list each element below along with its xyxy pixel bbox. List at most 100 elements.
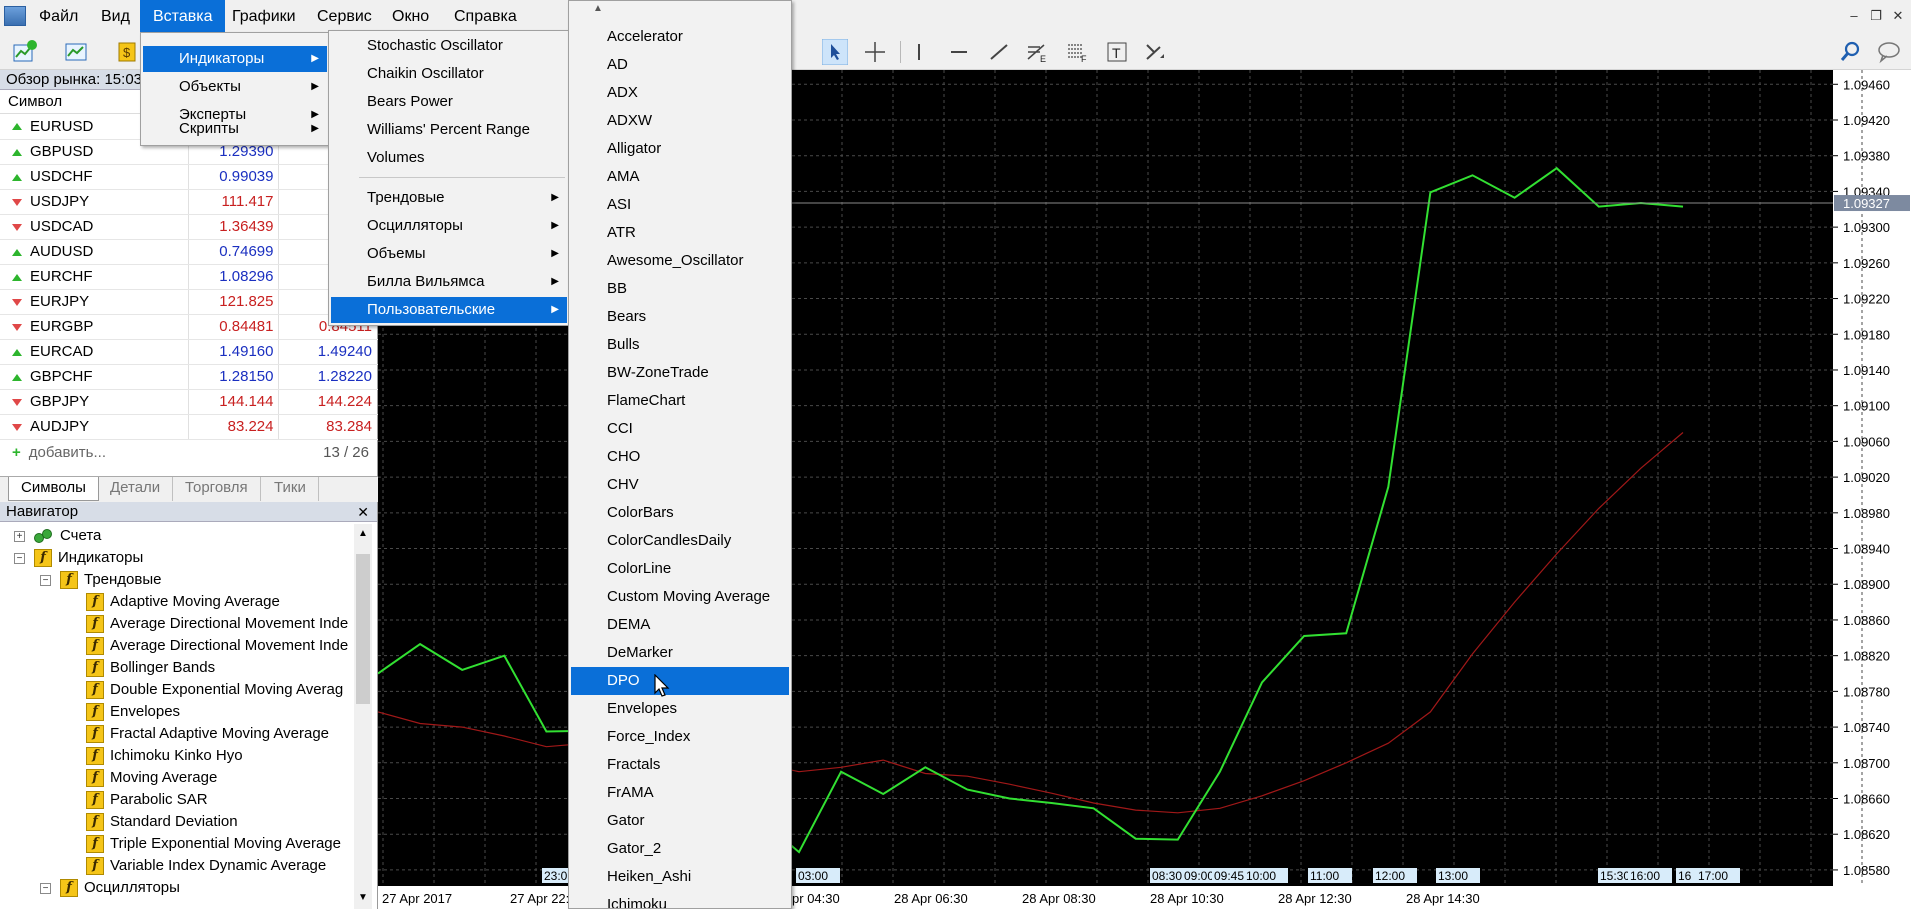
table-row[interactable]: USDCHF0.990390 — [0, 164, 378, 190]
custom-indicator-item[interactable]: Gator — [571, 807, 789, 835]
tab-trading[interactable]: Торговля — [173, 477, 261, 501]
add-symbol-row[interactable]: + добавить... 13 / 26 — [0, 440, 377, 465]
menu-item-indicators[interactable]: Индикаторы ▶ — [143, 46, 327, 72]
custom-indicator-item[interactable]: Awesome_Oscillator — [571, 247, 789, 275]
chat-icon[interactable] — [1876, 39, 1902, 65]
table-row[interactable]: GBPJPY 144.144 144.224 — [0, 389, 378, 415]
menu-item-volumes-group[interactable]: Объемы ▶ — [331, 241, 567, 267]
menu-item-custom[interactable]: Пользовательские ▶ — [331, 297, 567, 323]
custom-indicator-item[interactable]: Envelopes — [571, 695, 789, 723]
close-icon[interactable]: ✕ — [1890, 8, 1906, 24]
table-row[interactable]: EURJPY121.8251 — [0, 289, 378, 315]
nav-indicator-item[interactable]: f Standard Deviation — [86, 811, 238, 833]
menu-item-bears-power[interactable]: Bears Power — [331, 89, 567, 115]
nav-indicator-item[interactable]: f Double Exponential Moving Averag — [86, 679, 343, 701]
nav-accounts[interactable]: Счета — [34, 525, 101, 547]
nav-indicator-item[interactable]: f Bollinger Bands — [86, 657, 215, 679]
nav-indicator-item[interactable]: f Variable Index Dynamic Average — [86, 855, 326, 877]
trendline-icon[interactable] — [986, 39, 1012, 65]
menu-charts[interactable]: Графики — [219, 0, 309, 33]
custom-indicator-item[interactable]: BB — [571, 275, 789, 303]
custom-indicator-item[interactable]: Accelerator — [571, 23, 789, 51]
nav-indicator-item[interactable]: f Adaptive Moving Average — [86, 591, 280, 613]
expand-icon[interactable]: + — [14, 531, 25, 542]
fibo-expansion-icon[interactable]: E — [1024, 39, 1050, 65]
custom-indicator-item[interactable]: FrAMA — [571, 779, 789, 807]
text-icon[interactable]: T — [1104, 39, 1130, 65]
menu-item-volumes[interactable]: Volumes — [331, 145, 567, 171]
custom-indicator-item[interactable]: ATR — [571, 219, 789, 247]
custom-indicator-item[interactable]: CHV — [571, 471, 789, 499]
custom-indicator-item[interactable]: Bulls — [571, 331, 789, 359]
menu-tools[interactable]: Сервис — [304, 0, 385, 33]
menu-item-scripts[interactable]: Скрипты ▶ — [143, 116, 327, 142]
nav-trend-folder[interactable]: f Трендовые — [60, 569, 161, 591]
custom-indicator-item[interactable]: Ichimoku — [571, 891, 789, 908]
tab-ticks[interactable]: Тики — [262, 477, 319, 501]
custom-indicator-item[interactable]: ADXW — [571, 107, 789, 135]
nav-oscillators-folder[interactable]: f Осцилляторы — [60, 877, 180, 899]
cursor-icon[interactable] — [821, 38, 849, 66]
tab-symbols[interactable]: Символы — [8, 477, 99, 501]
custom-indicator-item[interactable]: ColorCandlesDaily — [571, 527, 789, 555]
custom-indicator-item[interactable]: CHO — [571, 443, 789, 471]
table-row[interactable]: EURCAD 1.49160 1.49240 — [0, 339, 378, 365]
table-row[interactable]: GBPCHF 1.28150 1.28220 — [0, 364, 378, 390]
scroll-up-icon[interactable]: ▲ — [358, 528, 368, 539]
search-icon[interactable] — [1838, 39, 1864, 65]
custom-indicator-item[interactable]: DPO — [571, 667, 789, 695]
collapse-icon[interactable]: − — [14, 553, 25, 564]
custom-indicator-item[interactable]: Custom Moving Average — [571, 583, 789, 611]
menu-file[interactable]: Файл — [26, 0, 91, 33]
nav-indicator-item[interactable]: f Triple Exponential Moving Average — [86, 833, 341, 855]
custom-indicator-item[interactable]: ADX — [571, 79, 789, 107]
table-row[interactable]: AUDJPY 83.224 83.284 — [0, 414, 378, 440]
custom-indicator-item[interactable]: ColorBars — [571, 499, 789, 527]
custom-indicator-item[interactable]: DEMA — [571, 611, 789, 639]
custom-indicator-item[interactable]: Bears — [571, 303, 789, 331]
table-row[interactable]: EURCHF1.082961 — [0, 264, 378, 290]
crosshair-icon[interactable] — [862, 39, 888, 65]
scroll-down-icon[interactable]: ▼ — [358, 892, 368, 903]
table-row[interactable]: USDCAD1.364391 — [0, 214, 378, 240]
menu-item-williams[interactable]: Williams' Percent Range — [331, 117, 567, 143]
scrollbar-thumb[interactable] — [356, 554, 370, 704]
nav-indicator-item[interactable]: f Ichimoku Kinko Hyo — [86, 745, 243, 767]
custom-indicator-item[interactable]: Alligator — [571, 135, 789, 163]
table-row[interactable]: USDJPY111.4171 — [0, 189, 378, 215]
profiles-icon[interactable] — [64, 39, 90, 65]
custom-indicator-item[interactable]: Fractals — [571, 751, 789, 779]
collapse-icon[interactable]: − — [40, 883, 51, 894]
vertical-line-icon[interactable] — [906, 39, 932, 65]
app-icon[interactable] — [4, 6, 26, 26]
menu-item-stochastic[interactable]: Stochastic Oscillator — [331, 33, 567, 59]
custom-indicator-item[interactable]: Gator_2 — [571, 835, 789, 863]
navigator-scrollbar[interactable]: ▲ ▼ — [354, 524, 372, 909]
custom-indicator-item[interactable]: BW-ZoneTrade — [571, 359, 789, 387]
new-chart-icon[interactable] — [12, 39, 38, 65]
scroll-up-icon[interactable]: ▲ — [593, 3, 603, 14]
menu-window[interactable]: Окно — [379, 0, 442, 33]
nav-indicator-item[interactable]: f Parabolic SAR — [86, 789, 208, 811]
restore-icon[interactable]: ❐ — [1868, 8, 1884, 24]
custom-indicator-item[interactable]: DeMarker — [571, 639, 789, 667]
collapse-icon[interactable]: − — [40, 575, 51, 586]
custom-indicator-item[interactable]: AMA — [571, 163, 789, 191]
custom-indicator-item[interactable]: ASI — [571, 191, 789, 219]
menu-item-trend[interactable]: Трендовые ▶ — [331, 185, 567, 211]
nav-indicators[interactable]: f Индикаторы — [34, 547, 143, 569]
arrows-icon[interactable] — [1142, 39, 1168, 65]
tab-details[interactable]: Детали — [98, 477, 174, 501]
custom-indicator-item[interactable]: CCI — [571, 415, 789, 443]
table-row[interactable]: EURGBP 0.84481 0.84511 — [0, 314, 378, 340]
menu-item-objects[interactable]: Объекты ▶ — [143, 74, 327, 100]
custom-indicator-item[interactable]: ColorLine — [571, 555, 789, 583]
menu-item-bill-williams[interactable]: Билла Вильямса ▶ — [331, 269, 567, 295]
nav-indicator-item[interactable]: f Average Directional Movement Inde — [86, 635, 348, 657]
custom-indicator-item[interactable]: Force_Index — [571, 723, 789, 751]
custom-indicator-item[interactable]: Heiken_Ashi — [571, 863, 789, 891]
close-icon[interactable]: ✕ — [357, 502, 369, 522]
nav-indicator-item[interactable]: f Average Directional Movement Inde — [86, 613, 348, 635]
custom-indicator-item[interactable]: FlameChart — [571, 387, 789, 415]
menu-help[interactable]: Справка — [441, 0, 530, 33]
